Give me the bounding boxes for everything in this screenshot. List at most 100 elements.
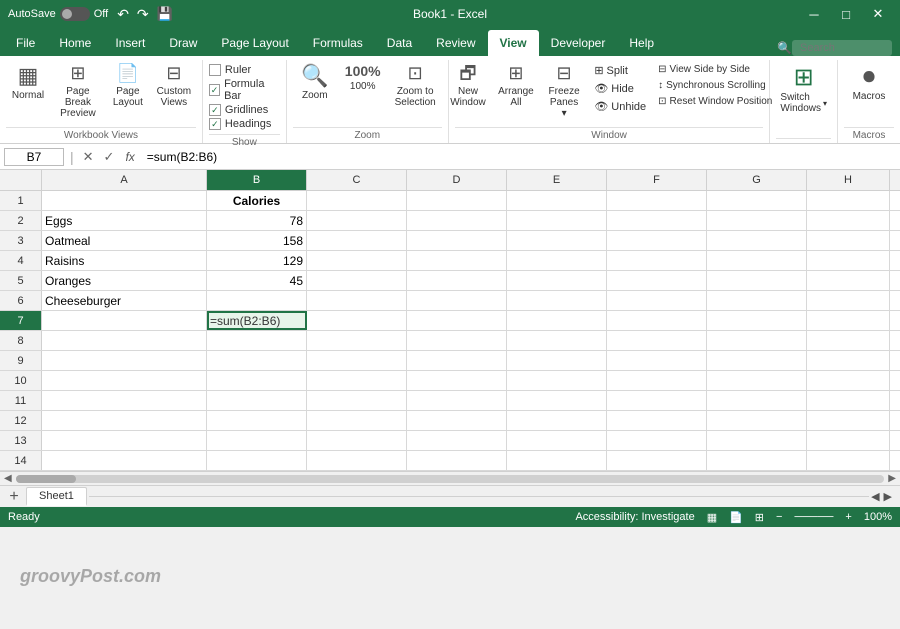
cell-e5[interactable] — [507, 271, 607, 290]
formula-input[interactable] — [143, 150, 896, 164]
tab-scroll-right-button[interactable]: ▶ — [884, 490, 892, 503]
cell-h11[interactable] — [807, 391, 890, 410]
tab-draw[interactable]: Draw — [157, 30, 209, 56]
confirm-formula-icon[interactable]: ✓ — [101, 149, 118, 165]
cell-c14[interactable] — [307, 451, 407, 470]
cell-a9[interactable] — [42, 351, 207, 370]
cell-c12[interactable] — [307, 411, 407, 430]
cell-c3[interactable] — [307, 231, 407, 250]
cell-d5[interactable] — [407, 271, 507, 290]
cell-g13[interactable] — [707, 431, 807, 450]
cell-c11[interactable] — [307, 391, 407, 410]
row-header-1[interactable]: 1 — [0, 191, 42, 210]
cell-c9[interactable] — [307, 351, 407, 370]
cell-f14[interactable] — [607, 451, 707, 470]
tab-view[interactable]: View — [488, 30, 539, 56]
cell-f6[interactable] — [607, 291, 707, 310]
view-normal-icon[interactable]: ▦ — [707, 511, 717, 524]
tab-developer[interactable]: Developer — [539, 30, 618, 56]
cell-a14[interactable] — [42, 451, 207, 470]
cell-d8[interactable] — [407, 331, 507, 350]
cell-d13[interactable] — [407, 431, 507, 450]
cell-g10[interactable] — [707, 371, 807, 390]
cell-h13[interactable] — [807, 431, 890, 450]
cell-f1[interactable] — [607, 191, 707, 210]
tab-home[interactable]: Home — [47, 30, 103, 56]
cell-d4[interactable] — [407, 251, 507, 270]
cell-b3[interactable]: 158 — [207, 231, 307, 250]
col-header-a[interactable]: A — [42, 170, 207, 190]
cell-d1[interactable] — [407, 191, 507, 210]
unhide-button[interactable]: 👁 Unhide — [589, 98, 651, 115]
cell-b4[interactable]: 129 — [207, 251, 307, 270]
cell-b2[interactable]: 78 — [207, 211, 307, 230]
col-header-h[interactable]: H — [807, 170, 890, 190]
zoom-out-icon[interactable]: − — [776, 511, 782, 523]
search-icon[interactable]: 🔍 — [777, 41, 792, 55]
cell-a1[interactable] — [42, 191, 207, 210]
cell-d9[interactable] — [407, 351, 507, 370]
cell-c8[interactable] — [307, 331, 407, 350]
cell-e14[interactable] — [507, 451, 607, 470]
row-header-3[interactable]: 3 — [0, 231, 42, 250]
cell-a6[interactable]: Cheeseburger — [42, 291, 207, 310]
cell-d3[interactable] — [407, 231, 507, 250]
tab-review[interactable]: Review — [424, 30, 487, 56]
cell-a7[interactable] — [42, 311, 207, 330]
zoom-selection-button[interactable]: ⊡ Zoom toSelection — [389, 60, 442, 111]
cell-b6[interactable] — [207, 291, 307, 310]
cell-f8[interactable] — [607, 331, 707, 350]
cell-g2[interactable] — [707, 211, 807, 230]
close-button[interactable]: ✕ — [864, 4, 892, 24]
cell-a13[interactable] — [42, 431, 207, 450]
cell-h5[interactable] — [807, 271, 890, 290]
search-input[interactable] — [792, 40, 892, 56]
headings-checkbox[interactable]: ✓ Headings — [209, 118, 280, 130]
cell-b8[interactable] — [207, 331, 307, 350]
cell-c2[interactable] — [307, 211, 407, 230]
reset-window-position-button[interactable]: ⊡ Reset Window Position — [653, 94, 773, 109]
zoom-button[interactable]: 🔍 Zoom — [293, 60, 337, 104]
cell-b12[interactable] — [207, 411, 307, 430]
cell-f2[interactable] — [607, 211, 707, 230]
cell-g7[interactable] — [707, 311, 807, 330]
row-header-13[interactable]: 13 — [0, 431, 42, 450]
row-header-5[interactable]: 5 — [0, 271, 42, 290]
undo-button[interactable]: ↶ — [114, 6, 132, 23]
row-header-8[interactable]: 8 — [0, 331, 42, 350]
tab-help[interactable]: Help — [617, 30, 666, 56]
cell-a3[interactable]: Oatmeal — [42, 231, 207, 250]
cell-h6[interactable] — [807, 291, 890, 310]
cell-c4[interactable] — [307, 251, 407, 270]
zoom-in-icon[interactable]: + — [845, 511, 851, 523]
cell-g12[interactable] — [707, 411, 807, 430]
switch-windows-button[interactable]: ⊞ SwitchWindows ▾ — [776, 60, 831, 117]
cell-g1[interactable] — [707, 191, 807, 210]
cell-g5[interactable] — [707, 271, 807, 290]
cell-b7[interactable]: =sum(B2:B6) — [207, 311, 307, 330]
horizontal-scrollbar[interactable]: ◀ ▶ — [0, 471, 900, 485]
cell-h9[interactable] — [807, 351, 890, 370]
cell-a2[interactable]: Eggs — [42, 211, 207, 230]
cell-e1[interactable] — [507, 191, 607, 210]
page-break-button[interactable]: ⊞ Page BreakPreview — [52, 60, 104, 122]
cell-b1[interactable]: Calories — [207, 191, 307, 210]
tab-scroll-left-button[interactable]: ◀ — [871, 490, 879, 503]
save-button[interactable]: 💾 — [154, 6, 176, 22]
col-header-g[interactable]: G — [707, 170, 807, 190]
cell-h14[interactable] — [807, 451, 890, 470]
cell-b9[interactable] — [207, 351, 307, 370]
cell-a12[interactable] — [42, 411, 207, 430]
row-header-2[interactable]: 2 — [0, 211, 42, 230]
cell-h3[interactable] — [807, 231, 890, 250]
cell-e11[interactable] — [507, 391, 607, 410]
cell-h1[interactable] — [807, 191, 890, 210]
cell-c6[interactable] — [307, 291, 407, 310]
cell-a8[interactable] — [42, 331, 207, 350]
cell-c7[interactable] — [307, 311, 407, 330]
view-layout-icon[interactable]: 📄 — [729, 511, 743, 524]
zoom-100-button[interactable]: 100% 100% — [339, 60, 387, 95]
cell-g14[interactable] — [707, 451, 807, 470]
cell-h12[interactable] — [807, 411, 890, 430]
tab-page-layout[interactable]: Page Layout — [209, 30, 300, 56]
